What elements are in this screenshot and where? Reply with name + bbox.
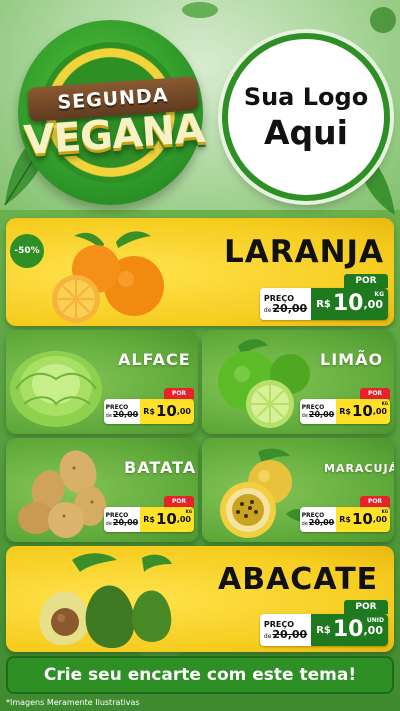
price-integer: 10 [332, 291, 364, 316]
de-label: de [301, 520, 308, 527]
price-unit: UNID [366, 617, 384, 624]
product-card-limao[interactable]: LIMÃO POR PREÇO de 20,00 R$ 10 ,00 KG [202, 330, 394, 434]
price-tag: POR PREÇO de 20,00 R$ 10 ,00 [103, 388, 194, 424]
price-decimal: ,00 [372, 407, 387, 416]
price-integer: 10 [351, 402, 373, 420]
price-decimal: ,00 [363, 297, 384, 311]
logo-text-line2: Aqui [264, 112, 348, 152]
product-card-abacate[interactable]: ABACATE POR PREÇO de 20,00 R$ 10 ,00 UNID [6, 546, 394, 652]
price-integer: 10 [332, 617, 364, 642]
price-tag: POR PREÇO de 20,00 R$ 10 ,00 KG [259, 274, 388, 320]
price-decimal: ,00 [372, 515, 387, 524]
price-decimal: ,00 [176, 515, 191, 524]
price-integer: 10 [155, 402, 177, 420]
old-price: PREÇO de 20,00 [259, 288, 312, 320]
de-label: de [105, 520, 112, 527]
logo-text-line1: Sua Logo [243, 82, 369, 111]
price-tag: POR PREÇO de 20,00 R$ 10 ,00 KG [299, 388, 390, 424]
price-integer: 10 [351, 510, 373, 528]
segunda-vegana-badge: SEGUNDA VEGANA [18, 20, 206, 205]
price-tag: POR PREÇO de 20,00 R$ 10 ,00 UNID [259, 600, 388, 646]
new-price: R$ 10 ,00 [140, 399, 194, 424]
por-label: POR [344, 274, 388, 288]
product-name: BATATA [124, 458, 197, 477]
product-name: MARACUJÁ [324, 462, 394, 475]
price-tag: POR PREÇO de 20,00 R$ 10 ,00 KG [103, 496, 194, 532]
por-label: POR [360, 496, 390, 507]
product-card-laranja[interactable]: -50% LARANJA POR PREÇO de 20,00 R$ 10 ,00 [6, 218, 394, 326]
product-name: LARANJA [224, 234, 385, 270]
old-price-value: 20,00 [112, 409, 139, 419]
new-price: R$ 10 ,00 UNID [311, 614, 388, 646]
product-card-maracuja[interactable]: MARACUJÁ POR PREÇO de 20,00 R$ 10 ,00 KG [202, 438, 394, 542]
de-label: de [105, 412, 112, 419]
orange-icon [52, 231, 164, 323]
por-label: POR [344, 600, 388, 614]
discount-badge: -50% [10, 234, 44, 268]
price-unit: KG [185, 509, 192, 514]
currency: R$ [339, 407, 351, 416]
por-label: POR [164, 388, 194, 399]
disclaimer-text: *Imagens Meramente Ilustrativas [6, 698, 140, 707]
price-unit: KG [381, 401, 388, 406]
old-price-value: 20,00 [308, 517, 335, 527]
old-price: PREÇO de 20,00 [103, 507, 141, 532]
por-label: POR [360, 388, 390, 399]
product-name: ABACATE [218, 562, 379, 597]
price-unit: KG [374, 291, 384, 298]
old-price-value: 20,00 [272, 627, 308, 641]
currency: R$ [316, 624, 331, 636]
old-price: PREÇO de 20,00 [299, 399, 337, 424]
new-price: R$ 10 ,00 KG [311, 288, 388, 320]
por-label: POR [164, 496, 194, 507]
price-decimal: ,00 [363, 623, 384, 637]
leaf-icon [370, 7, 396, 33]
price-integer: 10 [155, 510, 177, 528]
price-decimal: ,00 [176, 407, 191, 416]
new-price: R$ 10 ,00 KG [336, 399, 390, 424]
new-price: R$ 10 ,00 KG [140, 507, 194, 532]
price-unit: KG [381, 509, 388, 514]
lettuce-icon [10, 351, 102, 427]
currency: R$ [316, 298, 331, 310]
logo-placeholder[interactable]: Sua Logo Aqui [222, 33, 390, 201]
product-card-alface[interactable]: ALFACE POR PREÇO de 20,00 R$ 10 ,00 [6, 330, 198, 434]
old-price-value: 20,00 [112, 517, 139, 527]
currency: R$ [143, 515, 155, 524]
old-price: PREÇO de 20,00 [299, 507, 337, 532]
new-price: R$ 10 ,00 KG [336, 507, 390, 532]
old-price: PREÇO de 20,00 [103, 399, 141, 424]
cta-banner[interactable]: Crie seu encarte com este tema! [6, 656, 394, 694]
currency: R$ [339, 515, 351, 524]
de-label: de [301, 412, 308, 419]
old-price-value: 20,00 [272, 301, 308, 315]
currency: R$ [143, 407, 155, 416]
product-card-batata[interactable]: BATATA POR PREÇO de 20,00 R$ 10 ,00 KG [6, 438, 198, 542]
potato-icon [18, 450, 106, 538]
old-price: PREÇO de 20,00 [259, 614, 312, 646]
product-name: LIMÃO [320, 350, 384, 369]
de-label: de [263, 632, 272, 640]
avocado-icon [39, 553, 172, 648]
product-name: ALFACE [118, 350, 191, 369]
price-tag: POR PREÇO de 20,00 R$ 10 ,00 KG [299, 496, 390, 532]
de-label: de [263, 306, 272, 314]
old-price-value: 20,00 [308, 409, 335, 419]
